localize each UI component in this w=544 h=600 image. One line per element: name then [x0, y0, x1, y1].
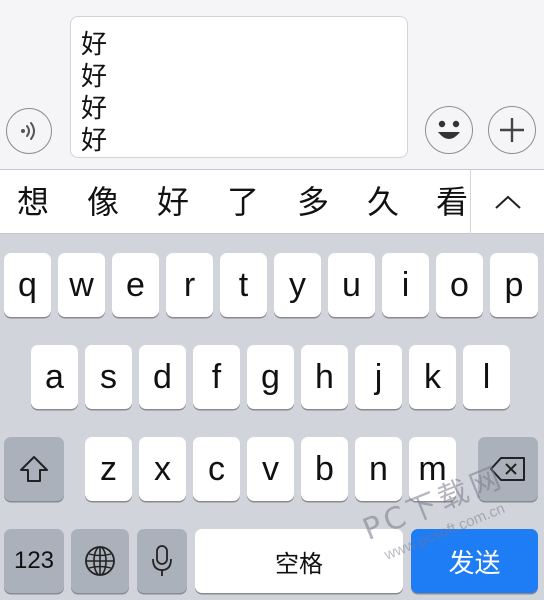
key-p[interactable]: p — [490, 253, 538, 317]
plus-icon — [500, 118, 524, 142]
key-t[interactable]: t — [220, 253, 267, 317]
text-line: 好 — [81, 94, 108, 124]
voice-input-button[interactable] — [6, 108, 52, 154]
emoji-button[interactable] — [425, 106, 473, 154]
candidate-word[interactable]: 多 — [288, 170, 338, 234]
key-s[interactable]: s — [85, 345, 132, 409]
key-q[interactable]: q — [4, 253, 51, 317]
key-r[interactable]: r — [166, 253, 213, 317]
key-l[interactable]: l — [463, 345, 510, 409]
text-line: 好 — [81, 126, 108, 156]
key-f[interactable]: f — [193, 345, 240, 409]
key-k[interactable]: k — [409, 345, 456, 409]
message-input-bar: 好 好 好 好 — [0, 0, 544, 170]
key-j[interactable]: j — [355, 345, 402, 409]
key-u[interactable]: u — [328, 253, 375, 317]
candidate-word[interactable]: 像 — [78, 170, 128, 234]
key-z[interactable]: z — [85, 437, 132, 501]
smiley-face-icon — [438, 120, 460, 139]
key-i[interactable]: i — [382, 253, 429, 317]
candidate-word[interactable]: 久 — [358, 170, 408, 234]
voice-wave-icon — [21, 122, 35, 140]
key-d[interactable]: d — [139, 345, 186, 409]
dictation-key[interactable] — [137, 529, 187, 593]
key-c[interactable]: c — [193, 437, 240, 501]
numbers-key[interactable]: 123 — [4, 529, 64, 593]
key-v[interactable]: v — [247, 437, 294, 501]
key-o[interactable]: o — [436, 253, 483, 317]
shift-arrow-icon — [20, 456, 48, 482]
key-g[interactable]: g — [247, 345, 294, 409]
candidate-word[interactable]: 想 — [8, 170, 58, 234]
add-attachment-button[interactable] — [488, 106, 536, 154]
key-h[interactable]: h — [301, 345, 348, 409]
shift-key[interactable] — [4, 437, 64, 501]
key-a[interactable]: a — [31, 345, 78, 409]
key-x[interactable]: x — [139, 437, 186, 501]
chevron-up-icon — [494, 195, 521, 209]
key-y[interactable]: y — [274, 253, 321, 317]
globe-key[interactable] — [71, 529, 129, 593]
expand-candidates-button[interactable] — [470, 170, 544, 234]
globe-icon — [85, 546, 115, 576]
text-line: 好 — [81, 62, 108, 92]
candidate-bar: 想 像 好 了 多 久 看 — [0, 170, 544, 234]
microphone-icon — [152, 545, 172, 576]
message-text-field[interactable]: 好 好 好 好 — [70, 16, 408, 158]
key-e[interactable]: e — [112, 253, 159, 317]
text-line: 好 — [81, 30, 108, 60]
candidate-word[interactable]: 了 — [218, 170, 268, 234]
key-b[interactable]: b — [301, 437, 348, 501]
candidate-word[interactable]: 好 — [148, 170, 198, 234]
key-w[interactable]: w — [58, 253, 105, 317]
